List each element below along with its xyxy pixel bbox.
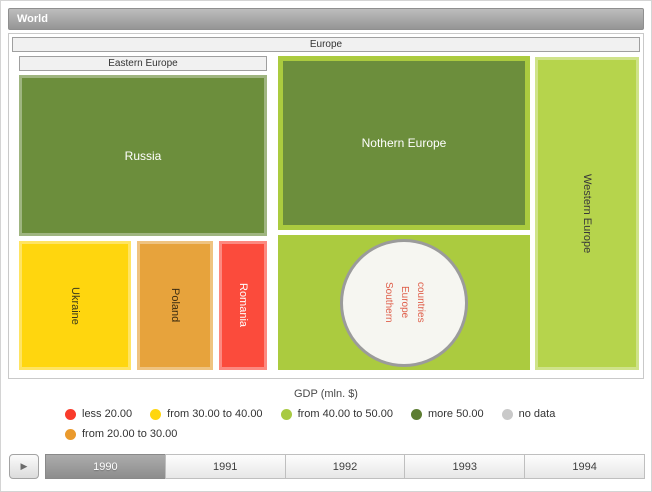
tile-ukraine[interactable]: Ukraine — [19, 241, 131, 370]
legend-row: from 20.00 to 30.00 — [65, 427, 177, 441]
legend-item-less-20[interactable]: less 20.00 — [65, 408, 132, 420]
tile-southern-europe[interactable]: Southern Europe countries — [278, 235, 530, 370]
group-header-eastern-europe[interactable]: Eastern Europe — [19, 56, 267, 71]
legend-item-30-40[interactable]: from 30.00 to 40.00 — [150, 408, 262, 420]
timeline-tab-1991[interactable]: 1991 — [165, 454, 286, 479]
legend-item-20-30[interactable]: from 20.00 to 30.00 — [65, 428, 177, 440]
legend-dot-icon — [281, 409, 292, 420]
play-button[interactable]: ▶ — [9, 454, 39, 479]
legend-dot-icon — [65, 409, 76, 420]
tile-poland-label: Poland — [169, 288, 181, 322]
tile-northern-europe-fill: Nothern Europe — [283, 61, 525, 225]
treemap-widget: World Europe Eastern Europe Russia Ukrai… — [0, 0, 652, 492]
legend-item-label: from 30.00 to 40.00 — [167, 408, 262, 420]
legend-row: less 20.00 from 30.00 to 40.00 from 40.0… — [65, 407, 555, 421]
tile-southern-europe-label: Southern Europe countries — [380, 282, 428, 323]
timeline-tab-1993[interactable]: 1993 — [404, 454, 525, 479]
legend-item-label: no data — [519, 408, 556, 420]
tile-western-europe[interactable]: Western Europe — [535, 57, 639, 370]
breadcrumb[interactable]: World — [8, 8, 644, 30]
legend-title: GDP (mln. $) — [1, 388, 651, 400]
legend-dot-icon — [65, 429, 76, 440]
legend-item-label: from 40.00 to 50.00 — [298, 408, 393, 420]
legend-item-label: from 20.00 to 30.00 — [82, 428, 177, 440]
legend-dot-icon — [502, 409, 513, 420]
timeline-tab-1994[interactable]: 1994 — [524, 454, 645, 479]
legend-item-label: less 20.00 — [82, 408, 132, 420]
play-icon: ▶ — [21, 462, 28, 471]
tile-western-europe-label: Western Europe — [581, 174, 593, 253]
tile-poland[interactable]: Poland — [137, 241, 213, 370]
tile-ukraine-label: Ukraine — [69, 287, 81, 325]
tile-romania-label: Romania — [237, 283, 249, 327]
legend-item-40-50[interactable]: from 40.00 to 50.00 — [281, 408, 393, 420]
timeline-tab-1992[interactable]: 1992 — [285, 454, 406, 479]
legend-dot-icon — [411, 409, 422, 420]
tile-northern-europe[interactable]: Nothern Europe — [278, 56, 530, 230]
southern-label-line: Europe — [399, 286, 410, 318]
southern-label-line: Southern — [383, 282, 394, 323]
tile-russia[interactable]: Russia — [19, 75, 267, 236]
treemap-chart: Europe Eastern Europe Russia Ukraine Pol… — [8, 33, 644, 379]
timeline-tab-1990[interactable]: 1990 — [45, 454, 166, 479]
legend-item-label: more 50.00 — [428, 408, 484, 420]
southern-label-line: countries — [415, 282, 426, 323]
tile-romania[interactable]: Romania — [219, 241, 267, 370]
breadcrumb-label: World — [17, 13, 48, 25]
timeline-tabs: 1990 1991 1992 1993 1994 — [45, 454, 645, 479]
group-header-europe[interactable]: Europe — [12, 37, 640, 52]
tile-northern-europe-label: Nothern Europe — [362, 136, 447, 150]
legend-item-no-data[interactable]: no data — [502, 408, 556, 420]
legend-dot-icon — [150, 409, 161, 420]
legend-item-more-50[interactable]: more 50.00 — [411, 408, 484, 420]
southern-europe-circle[interactable]: Southern Europe countries — [340, 239, 468, 367]
tile-russia-label: Russia — [125, 149, 162, 163]
